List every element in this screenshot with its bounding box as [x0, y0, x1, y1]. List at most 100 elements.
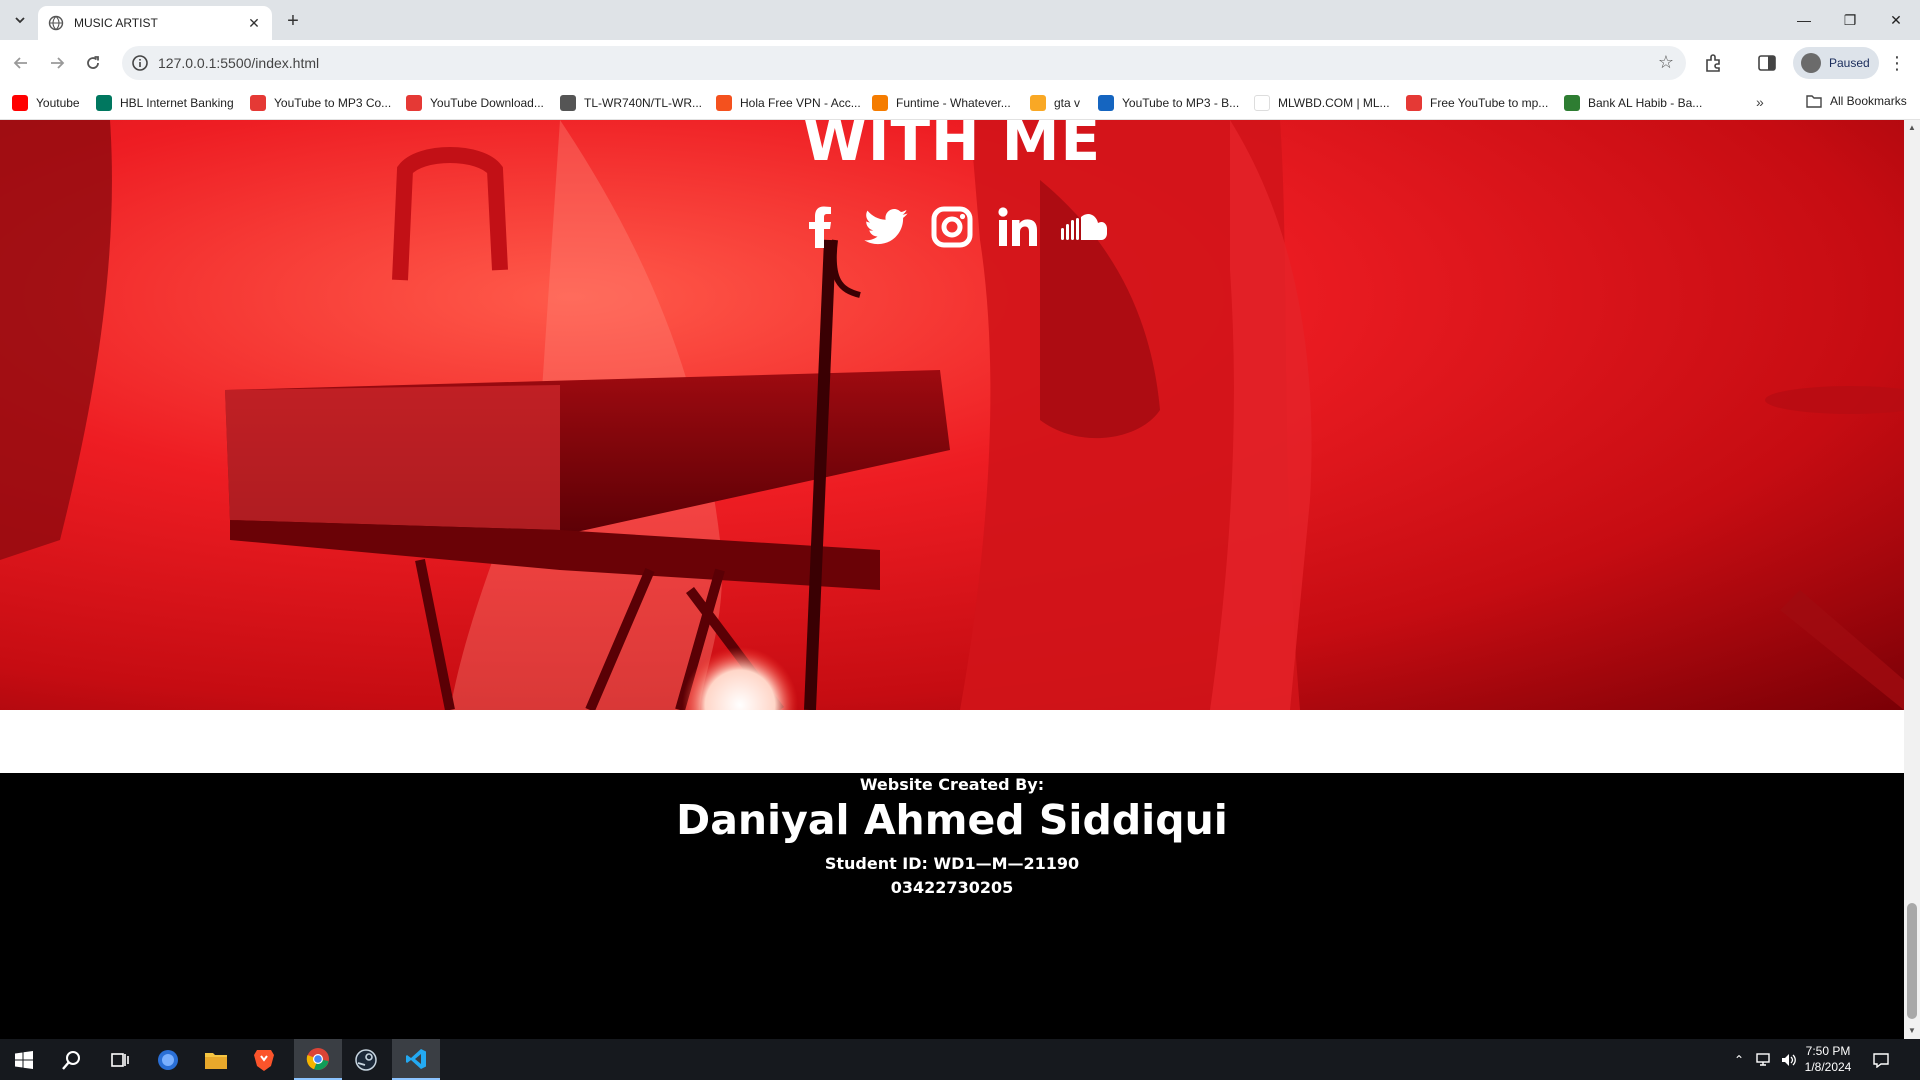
back-button[interactable] [8, 50, 34, 76]
bookmark-item[interactable]: Free YouTube to mp... [1406, 94, 1548, 112]
instagram-icon [931, 206, 973, 248]
hbl-icon [96, 95, 112, 111]
bookmark-item[interactable]: TL-WR740N/TL-WR... [560, 94, 702, 112]
facebook-link[interactable] [797, 204, 843, 250]
notifications-button[interactable] [1872, 1039, 1890, 1080]
bookmark-label: YouTube to MP3 - B... [1122, 96, 1240, 110]
student-id: Student ID: WD1—M—21190 [824, 854, 1080, 873]
bookmark-item[interactable]: YouTube to MP3 - B... [1098, 94, 1239, 112]
twitter-link[interactable] [863, 204, 909, 250]
windows-icon [15, 1050, 33, 1069]
globe-icon [48, 15, 64, 31]
more-menu-icon[interactable]: ⋮ [1886, 52, 1908, 74]
bookmark-item[interactable]: Hola Free VPN - Acc... [716, 94, 861, 112]
taskbar-app-active[interactable] [294, 1039, 342, 1080]
all-bookmarks-button[interactable]: All Bookmarks [1806, 94, 1907, 108]
linkedin-icon [998, 207, 1037, 246]
info-icon[interactable] [130, 53, 150, 73]
search-button[interactable] [48, 1039, 96, 1080]
more-bookmarks-icon[interactable]: » [1756, 94, 1764, 110]
bookmark-label: Bank AL Habib - Ba... [1588, 96, 1703, 110]
bookmark-item[interactable]: YouTube Download... [406, 94, 544, 112]
chevron-down-icon [15, 17, 25, 24]
start-button[interactable] [0, 1039, 48, 1080]
address-bar[interactable]: 127.0.0.1:5500/index.html ☆ [122, 46, 1686, 80]
restore-icon[interactable]: ❐ [1828, 0, 1872, 40]
bookmark-item[interactable]: Youtube [12, 94, 80, 112]
section-heading: WITH ME [802, 120, 1102, 174]
chevron-up-icon[interactable]: ⌃ [1734, 1053, 1744, 1067]
facebook-icon [809, 206, 831, 248]
brave-icon [254, 1049, 274, 1071]
firefox-icon [158, 1049, 178, 1070]
tab-title: MUSIC ARTIST [74, 16, 158, 30]
download-icon [1098, 95, 1114, 111]
task-view-button[interactable] [96, 1039, 144, 1080]
bookmark-item[interactable]: Funtime - Whatever... [872, 94, 1011, 112]
url-text[interactable]: 127.0.0.1:5500/index.html [158, 55, 319, 71]
profile-button[interactable]: Paused [1793, 47, 1879, 79]
hero-section: WITH ME [0, 120, 1904, 710]
all-bookmarks-label: All Bookmarks [1830, 94, 1907, 108]
soundcloud-link[interactable] [1061, 204, 1107, 250]
search-icon [62, 1050, 80, 1070]
author-name: Daniyal Ahmed Siddiqui [676, 796, 1228, 844]
bookmark-star-icon[interactable]: ☆ [1658, 52, 1674, 73]
bookmark-label: Youtube [36, 96, 80, 110]
task-view-icon [111, 1052, 129, 1067]
rockstar-icon [1030, 95, 1046, 111]
network-icon[interactable] [1754, 1052, 1772, 1068]
file-explorer-icon [205, 1052, 227, 1069]
page-scrollbar[interactable]: ▲ ▼ [1904, 120, 1920, 1039]
reload-button[interactable] [80, 50, 106, 76]
extensions-icon[interactable] [1703, 52, 1725, 74]
taskbar-app[interactable] [240, 1039, 288, 1080]
tab-strip: MUSIC ARTIST ✕ + — ❐ ✕ [0, 0, 1920, 40]
link-icon [1406, 95, 1422, 111]
globe-icon [560, 95, 576, 111]
download-icon [250, 95, 266, 111]
bookmark-label: HBL Internet Banking [120, 96, 234, 110]
close-window-icon[interactable]: ✕ [1874, 0, 1918, 40]
taskbar-app[interactable] [192, 1039, 240, 1080]
bookmark-label: gta v [1054, 96, 1081, 110]
arrow-right-icon [51, 57, 65, 69]
vscode-icon [406, 1048, 426, 1069]
flame-icon [716, 95, 732, 111]
new-tab-button[interactable]: + [280, 8, 306, 34]
tab-search-button[interactable] [10, 10, 30, 30]
clock-time: 7:50 PM [1805, 1044, 1851, 1058]
taskbar-app[interactable] [144, 1039, 192, 1080]
linkedin-link[interactable] [995, 204, 1041, 250]
instagram-link[interactable] [929, 204, 975, 250]
page-footer: Website Created By: Daniyal Ahmed Siddiq… [0, 773, 1904, 1039]
page-viewport: WITH ME Website Created By: Daniyal Ahme… [0, 120, 1904, 1039]
notification-icon [1873, 1052, 1889, 1068]
taskbar-app[interactable] [342, 1039, 390, 1080]
bookmark-item[interactable]: HBL Internet Banking [96, 94, 234, 112]
steam-icon [355, 1048, 377, 1071]
browser-toolbar: 127.0.0.1:5500/index.html ☆ Paused ⋮ [0, 40, 1920, 86]
bookmark-label: MLWBD.COM | ML... [1278, 96, 1390, 110]
profile-status: Paused [1829, 56, 1870, 70]
minimize-icon[interactable]: — [1782, 0, 1826, 40]
browser-tab[interactable]: MUSIC ARTIST ✕ [38, 6, 272, 40]
bookmark-item[interactable]: MLWBD.COM | ML... [1254, 94, 1390, 112]
chrome-icon [306, 1047, 329, 1070]
close-tab-icon[interactable]: ✕ [244, 13, 264, 33]
clock[interactable]: 7:50 PM 1/8/2024 [1796, 1043, 1860, 1075]
system-tray: ⌃ [1734, 1039, 1798, 1080]
bookmark-label: YouTube Download... [430, 96, 544, 110]
bookmark-item[interactable]: Bank AL Habib - Ba... [1564, 94, 1702, 112]
side-panel-icon[interactable] [1756, 52, 1778, 74]
taskbar-app-active[interactable] [392, 1039, 440, 1080]
bookmark-item[interactable]: gta v [1030, 94, 1080, 112]
bank-icon [1564, 95, 1580, 111]
scroll-up-icon[interactable]: ▲ [1904, 120, 1920, 136]
scroll-down-icon[interactable]: ▼ [1904, 1023, 1920, 1039]
bookmark-item[interactable]: YouTube to MP3 Co... [250, 94, 391, 112]
bookmarks-bar: Youtube HBL Internet Banking YouTube to … [0, 86, 1920, 120]
soundcloud-icon [1061, 214, 1107, 240]
forward-button[interactable] [44, 50, 70, 76]
scroll-thumb[interactable] [1907, 903, 1917, 1019]
